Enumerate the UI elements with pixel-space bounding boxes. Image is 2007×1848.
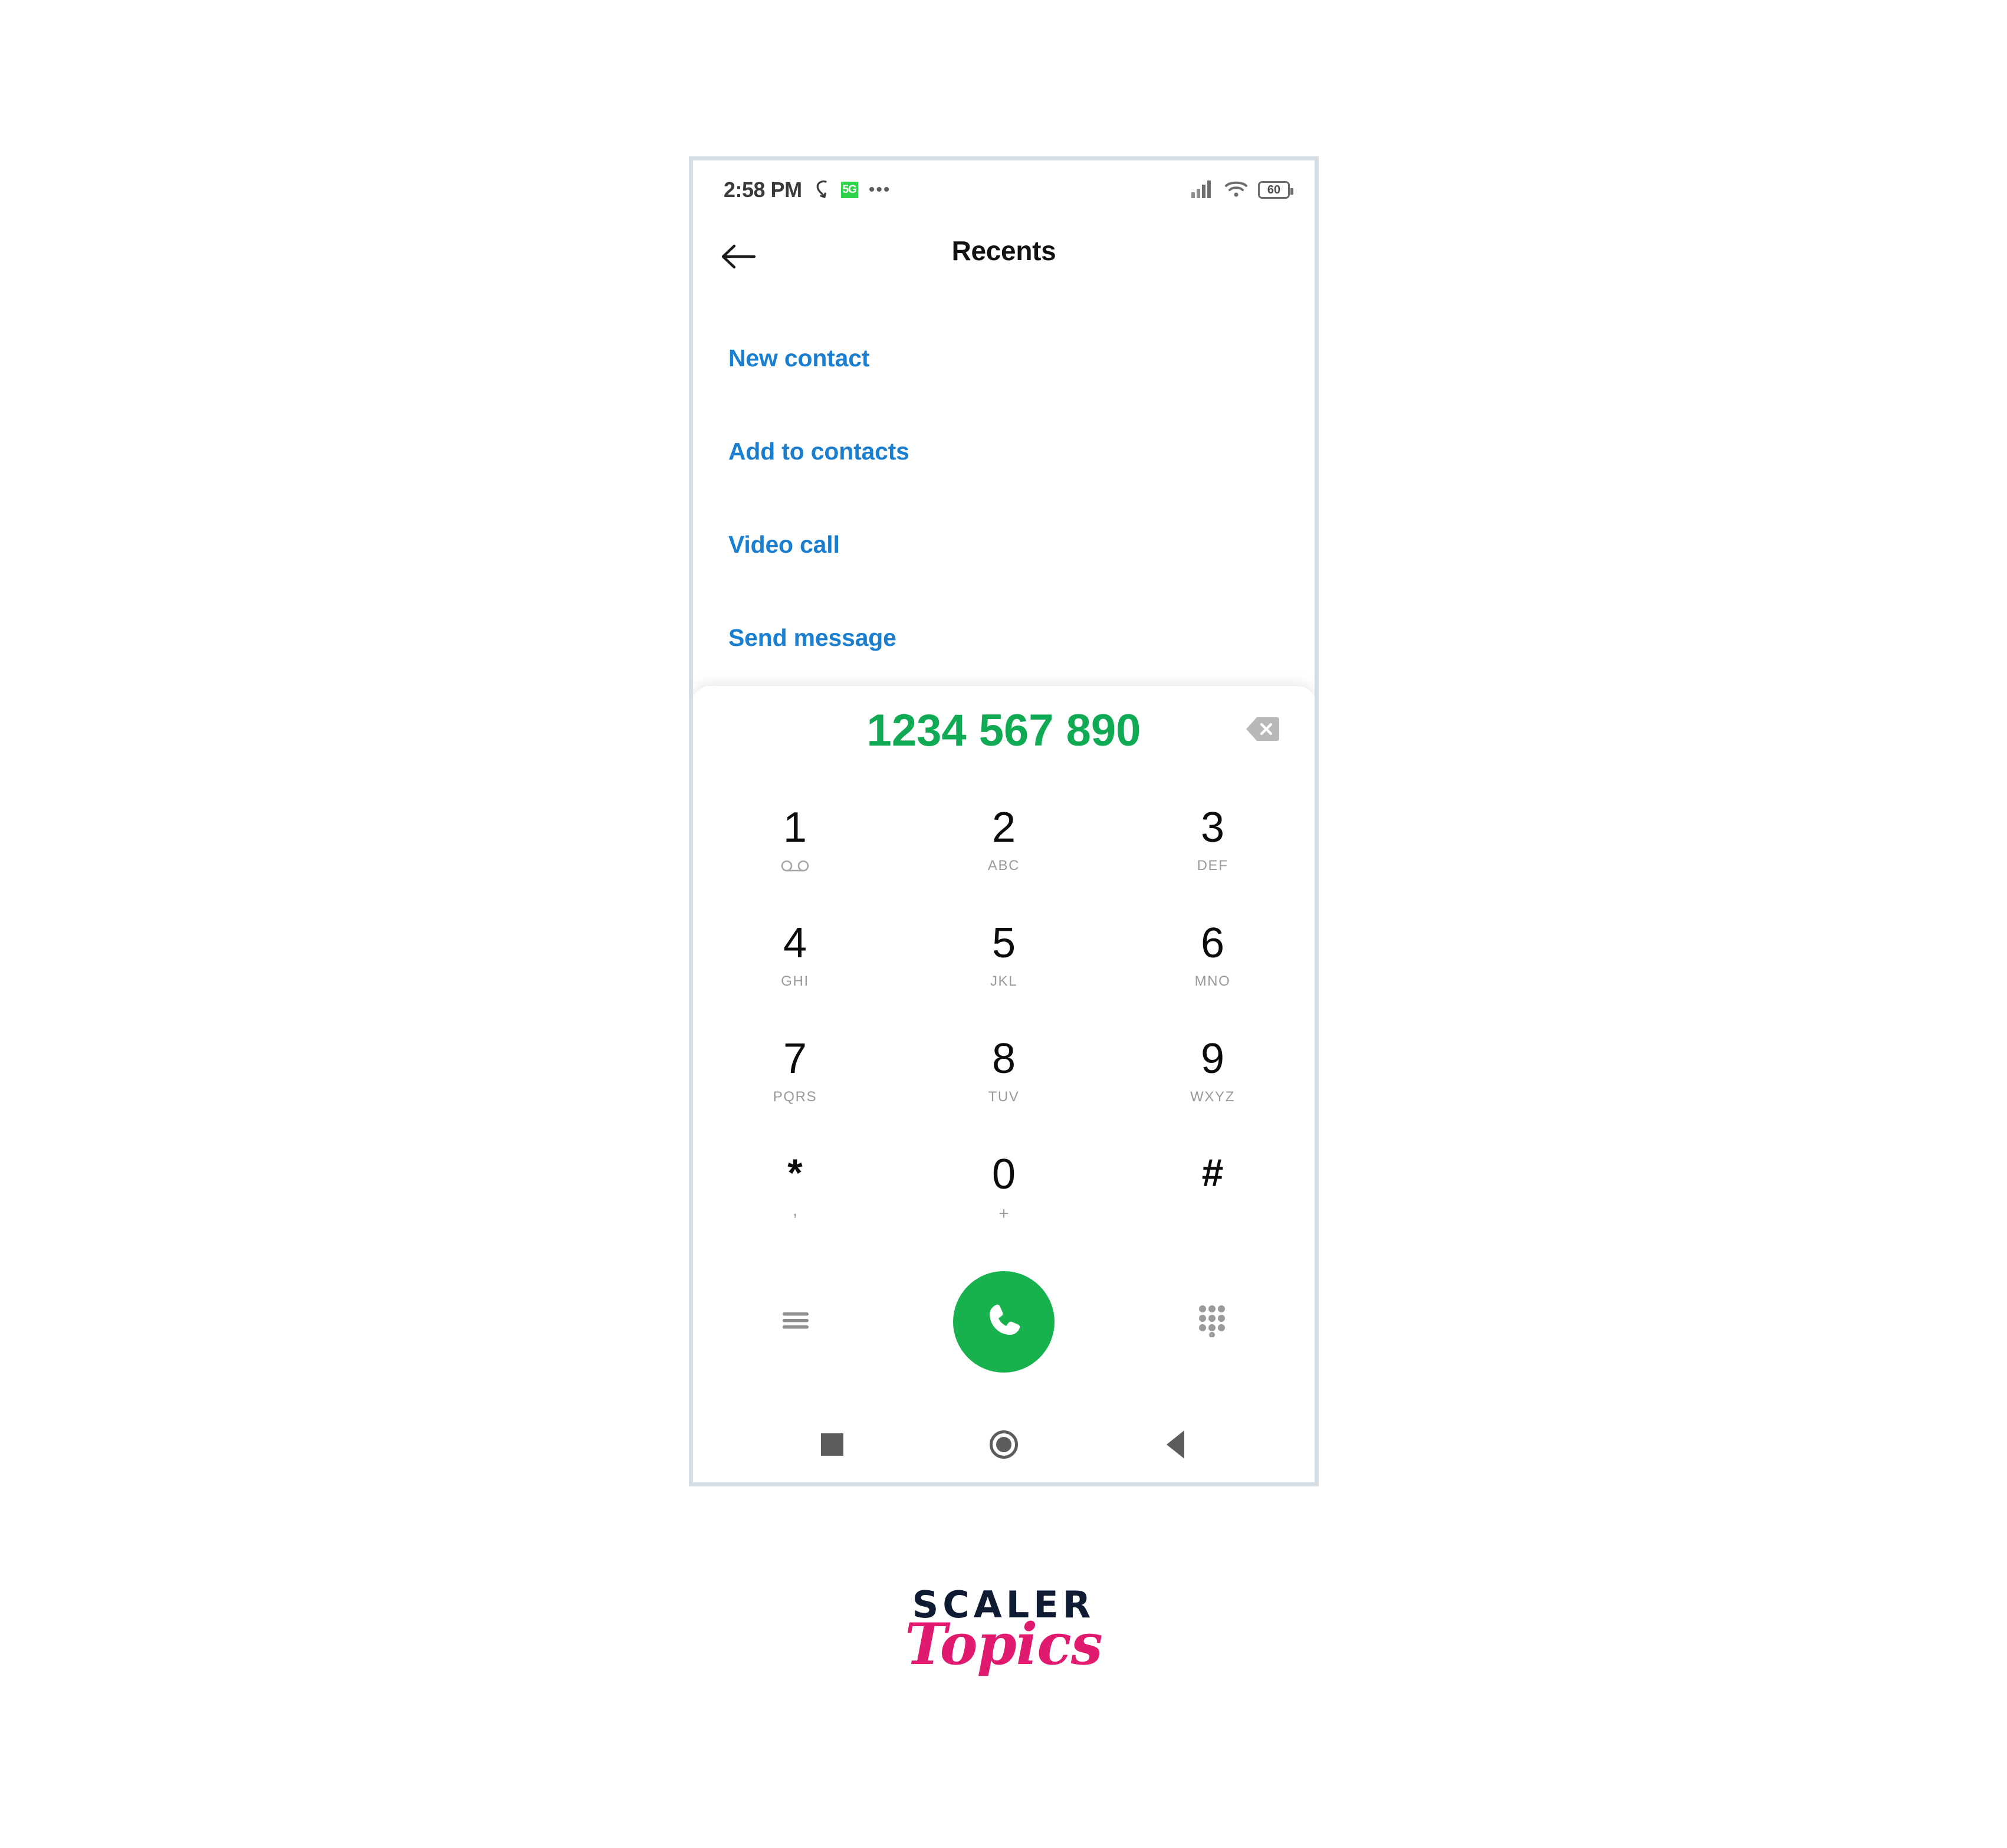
key-3[interactable]: 3 DEF (1108, 793, 1315, 909)
hamburger-menu-icon (779, 1308, 812, 1337)
key-star[interactable]: * , (693, 1140, 899, 1256)
brand-logo: SCALER Topics (0, 1587, 2007, 1673)
circle-home-icon (989, 1430, 1018, 1459)
app-bar: Recents (693, 219, 1315, 295)
dialpad-action-row (693, 1263, 1315, 1381)
menu-item-new-contact[interactable]: New contact (693, 311, 1315, 405)
voicemail-icon (781, 858, 809, 874)
key-hash-digit: # (1201, 1151, 1224, 1194)
key-0-sub: + (998, 1204, 1009, 1223)
dialed-number[interactable]: 1234 567 890 (867, 705, 1141, 756)
battery-level-text: 60 (1267, 183, 1281, 196)
key-2-digit: 2 (991, 804, 1016, 851)
backspace-button[interactable] (1245, 717, 1279, 743)
key-3-letters: DEF (1197, 858, 1228, 874)
status-bar-right: 60 (1191, 179, 1293, 201)
key-0-digit: 0 (991, 1151, 1016, 1198)
nav-recents-button[interactable] (803, 1415, 862, 1474)
page-title: Recents (951, 235, 1056, 266)
square-recents-icon (820, 1433, 843, 1456)
triangle-back-icon (1167, 1430, 1185, 1459)
key-6-letters: MNO (1194, 973, 1231, 989)
system-navigation-bar (693, 1407, 1315, 1482)
dialpad-grid-icon (1196, 1304, 1228, 1340)
status-more-dots-icon: ••• (868, 180, 891, 199)
dialpad-toggle-button[interactable] (1184, 1294, 1240, 1350)
signal-bars-icon (1191, 179, 1214, 201)
vibrate-icon (813, 179, 830, 202)
brand-name-topics: Topics (905, 1611, 1103, 1678)
key-0[interactable]: 0 + (899, 1140, 1108, 1256)
key-4-letters: GHI (781, 973, 809, 989)
key-7-letters: PQRS (773, 1089, 817, 1105)
key-6-digit: 6 (1200, 920, 1225, 967)
context-menu-list: New contact Add to contacts Video call S… (693, 311, 1315, 684)
menu-item-video-call[interactable]: Video call (693, 498, 1315, 591)
key-8[interactable]: 8 TUV (899, 1025, 1108, 1140)
key-2[interactable]: 2 ABC (899, 793, 1108, 909)
circle-home-icon-dot (996, 1437, 1011, 1452)
key-1[interactable]: 1 (693, 793, 899, 909)
key-6[interactable]: 6 MNO (1108, 909, 1315, 1025)
key-9-digit: 9 (1200, 1035, 1225, 1082)
status-time: 2:58 PM (724, 178, 802, 202)
keypad-grid: 1 2 ABC 3 DEF 4 GHI 5 JKL 6 MNO 7 PQRS 8… (693, 793, 1315, 1256)
key-5[interactable]: 5 JKL (899, 909, 1108, 1025)
wifi-icon (1224, 179, 1249, 201)
dialpad-sheet: 1234 567 890 1 2 ABC 3 DEF 4 GHI 5 JKL 6… (693, 686, 1315, 1482)
key-9[interactable]: 9 WXYZ (1108, 1025, 1315, 1140)
key-7-digit: 7 (783, 1035, 807, 1082)
status-bar-left: 2:58 PM 5G ••• (724, 178, 891, 202)
backspace-icon (1245, 716, 1279, 745)
key-8-letters: TUV (988, 1089, 1020, 1105)
key-1-digit: 1 (783, 804, 807, 851)
menu-item-add-to-contacts[interactable]: Add to contacts (693, 405, 1315, 498)
key-8-digit: 8 (991, 1035, 1016, 1082)
phone-handset-icon (981, 1298, 1026, 1346)
key-star-sub: , (792, 1200, 798, 1220)
number-display-row: 1234 567 890 (693, 686, 1315, 774)
key-5-digit: 5 (991, 920, 1016, 967)
network-badge: 5G (840, 182, 858, 198)
hamburger-menu-button[interactable] (767, 1294, 824, 1350)
page-root: 2:58 PM 5G ••• 60 Recents New contact Ad… (0, 0, 2007, 1848)
key-star-digit: * (787, 1151, 803, 1194)
nav-home-button[interactable] (974, 1415, 1033, 1474)
menu-item-send-message[interactable]: Send message (693, 591, 1315, 684)
key-2-letters: ABC (987, 858, 1020, 874)
key-5-letters: JKL (990, 973, 1018, 989)
key-3-digit: 3 (1200, 804, 1225, 851)
battery-icon: 60 (1258, 181, 1293, 199)
key-7[interactable]: 7 PQRS (693, 1025, 899, 1140)
phone-frame: 2:58 PM 5G ••• 60 Recents New contact Ad… (689, 156, 1319, 1486)
call-button[interactable] (953, 1271, 1055, 1373)
nav-back-button[interactable] (1146, 1415, 1205, 1474)
key-9-letters: WXYZ (1190, 1089, 1235, 1105)
key-4[interactable]: 4 GHI (693, 909, 899, 1025)
key-hash[interactable]: # (1108, 1140, 1315, 1256)
status-bar: 2:58 PM 5G ••• 60 (693, 160, 1315, 219)
key-4-digit: 4 (783, 920, 807, 967)
